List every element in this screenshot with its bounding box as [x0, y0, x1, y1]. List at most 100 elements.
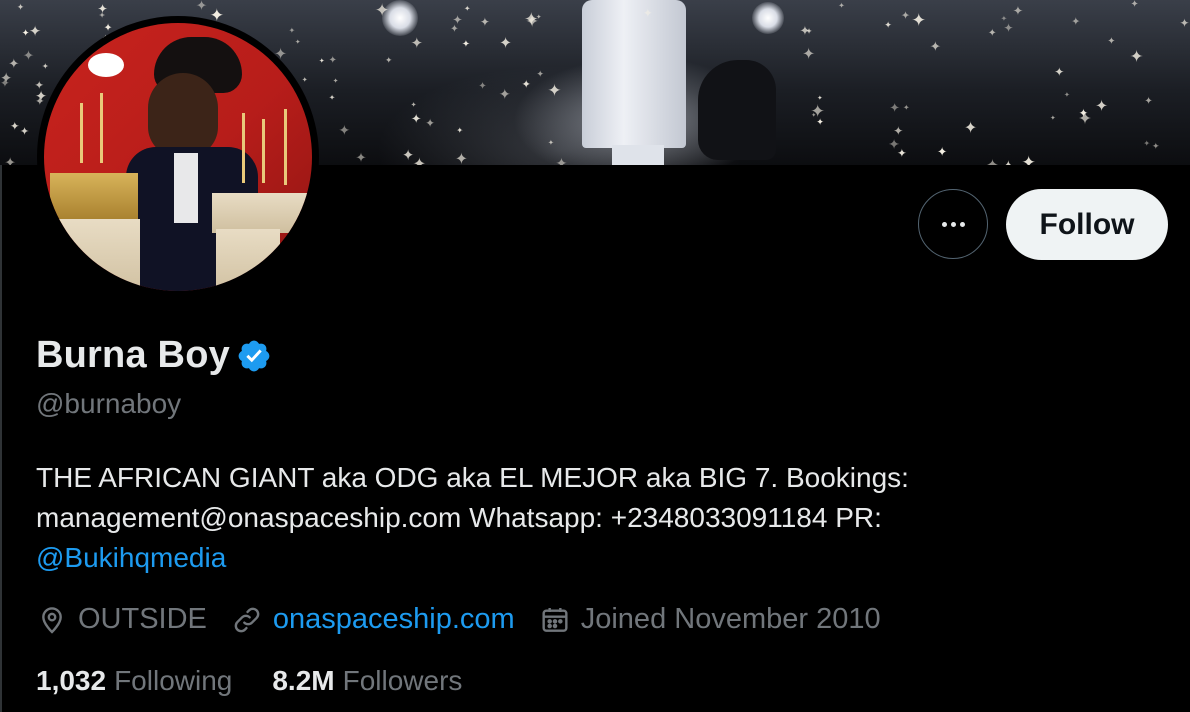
- following-label: Following: [114, 665, 233, 696]
- sparkle: ✦: [499, 33, 512, 52]
- website-link[interactable]: onaspaceship.com: [273, 603, 515, 636]
- follow-button[interactable]: Follow: [1006, 189, 1168, 260]
- sparkle: ✦: [888, 137, 900, 153]
- following-stat[interactable]: 1,032 Following: [36, 665, 232, 697]
- profile-name-row: Burna Boy: [36, 334, 272, 377]
- cake-right: [212, 193, 312, 233]
- sparkle: ✦: [412, 154, 426, 165]
- sparkle: ✦: [0, 70, 13, 88]
- cake-gold-layer: [50, 173, 138, 223]
- sparkle: ✦: [454, 149, 469, 165]
- sparkle: ✦: [480, 15, 490, 30]
- link-icon: [234, 607, 260, 632]
- sparkle: ✦: [374, 1, 390, 22]
- bio-line: management@onaspaceship.com Whatsapp: +2…: [36, 502, 882, 533]
- more-options-button[interactable]: [918, 189, 988, 259]
- sparkle: ✦: [98, 9, 106, 20]
- sparkle: ✦: [338, 123, 351, 139]
- sparkle: ✦: [16, 2, 25, 13]
- location-pin-icon: [42, 606, 62, 634]
- sparkle: ✦: [1071, 14, 1081, 28]
- cake-right-base: [216, 229, 280, 291]
- sparkle: ✦: [929, 39, 941, 55]
- website-item: onaspaceship.com: [231, 603, 515, 636]
- banner-performer: [582, 0, 692, 165]
- candle: [284, 109, 287, 185]
- speech-bubble: [88, 53, 124, 77]
- candle: [242, 113, 245, 183]
- sparkle: ✦: [986, 155, 999, 165]
- avatar-shirt: [174, 153, 198, 223]
- sparkle: ✦: [987, 27, 997, 39]
- candle: [262, 119, 265, 183]
- sparkle: ✦: [889, 100, 900, 116]
- sparkle: ✦: [41, 61, 49, 72]
- candle: [80, 103, 83, 163]
- sparkle: ✦: [1050, 114, 1056, 123]
- followers-stat[interactable]: 8.2M Followers: [272, 665, 462, 697]
- sparkle: ✦: [1130, 0, 1139, 11]
- sparkle: ✦: [332, 77, 339, 86]
- sparkle: ✦: [1002, 158, 1016, 165]
- calendar-icon: [542, 607, 568, 632]
- sparkle: ✦: [195, 0, 208, 15]
- sparkle: ✦: [802, 45, 816, 64]
- verified-badge-icon[interactable]: [236, 338, 272, 374]
- sparkle: ✦: [328, 55, 337, 67]
- sparkle: ✦: [425, 116, 435, 131]
- sparkle: ✦: [1003, 21, 1014, 36]
- avatar-ring[interactable]: [37, 16, 319, 298]
- sparkle: ✦: [4, 154, 16, 165]
- sparkle: ✦: [1054, 64, 1065, 79]
- sparkle: ✦: [355, 150, 367, 165]
- joined-item: Joined November 2010: [539, 603, 881, 636]
- sparkle: ✦: [525, 11, 540, 31]
- sparkle: ✦: [555, 156, 568, 165]
- sparkle: ✦: [410, 99, 417, 109]
- sparkle: ✦: [19, 124, 30, 138]
- sparkle: ✦: [1078, 108, 1092, 128]
- followers-count: 8.2M: [272, 665, 335, 696]
- sparkle: ✦: [1064, 89, 1070, 99]
- sparkle: ✦: [478, 80, 487, 92]
- sparkle: ✦: [911, 11, 927, 32]
- sparkle: ✦: [1179, 16, 1190, 31]
- profile-stats-row: 1,032 Following 8.2M Followers: [36, 665, 502, 697]
- stage-light: [752, 2, 784, 34]
- sparkle: ✦: [900, 8, 910, 22]
- sparkle: ✦: [22, 48, 35, 64]
- bio-mention-link[interactable]: @Bukihqmedia: [36, 538, 1156, 578]
- sparkle: ✦: [34, 89, 48, 106]
- sparkle: ✦: [838, 1, 845, 11]
- sparkle: ✦: [1095, 97, 1109, 116]
- sparkle: ✦: [464, 4, 471, 14]
- sparkle: ✦: [521, 78, 531, 92]
- sparkle: ✦: [1012, 2, 1024, 18]
- profile-handle: @burnaboy: [36, 388, 182, 419]
- sparkle: ✦: [328, 92, 336, 102]
- sparkle: ✦: [10, 119, 20, 133]
- sparkle: ✦: [1152, 141, 1160, 152]
- sparkle: ✦: [456, 125, 464, 135]
- sparkle: ✦: [498, 87, 511, 104]
- sparkle: ✦: [893, 124, 904, 139]
- sparkle: ✦: [816, 116, 824, 128]
- candle: [100, 93, 103, 163]
- sparkle: ✦: [936, 144, 948, 160]
- sparkle: ✦: [21, 28, 30, 40]
- sparkle: ✦: [643, 6, 653, 21]
- following-count: 1,032: [36, 665, 107, 696]
- sparkle: ✦: [29, 23, 42, 40]
- sparkle: ✦: [385, 56, 393, 67]
- sparkle: ✦: [903, 103, 910, 113]
- sparkle: ✦: [288, 25, 296, 35]
- sparkle: ✦: [811, 112, 817, 120]
- sparkle: ✦: [1021, 152, 1036, 165]
- sparkle: ✦: [1144, 96, 1153, 108]
- display-name: Burna Boy: [36, 334, 230, 376]
- avatar[interactable]: [44, 23, 312, 291]
- sparkle: ✦: [536, 69, 545, 81]
- sparkle: ✦: [884, 20, 892, 32]
- sparkle: ✦: [461, 38, 471, 50]
- sparkle: ✦: [1143, 138, 1151, 148]
